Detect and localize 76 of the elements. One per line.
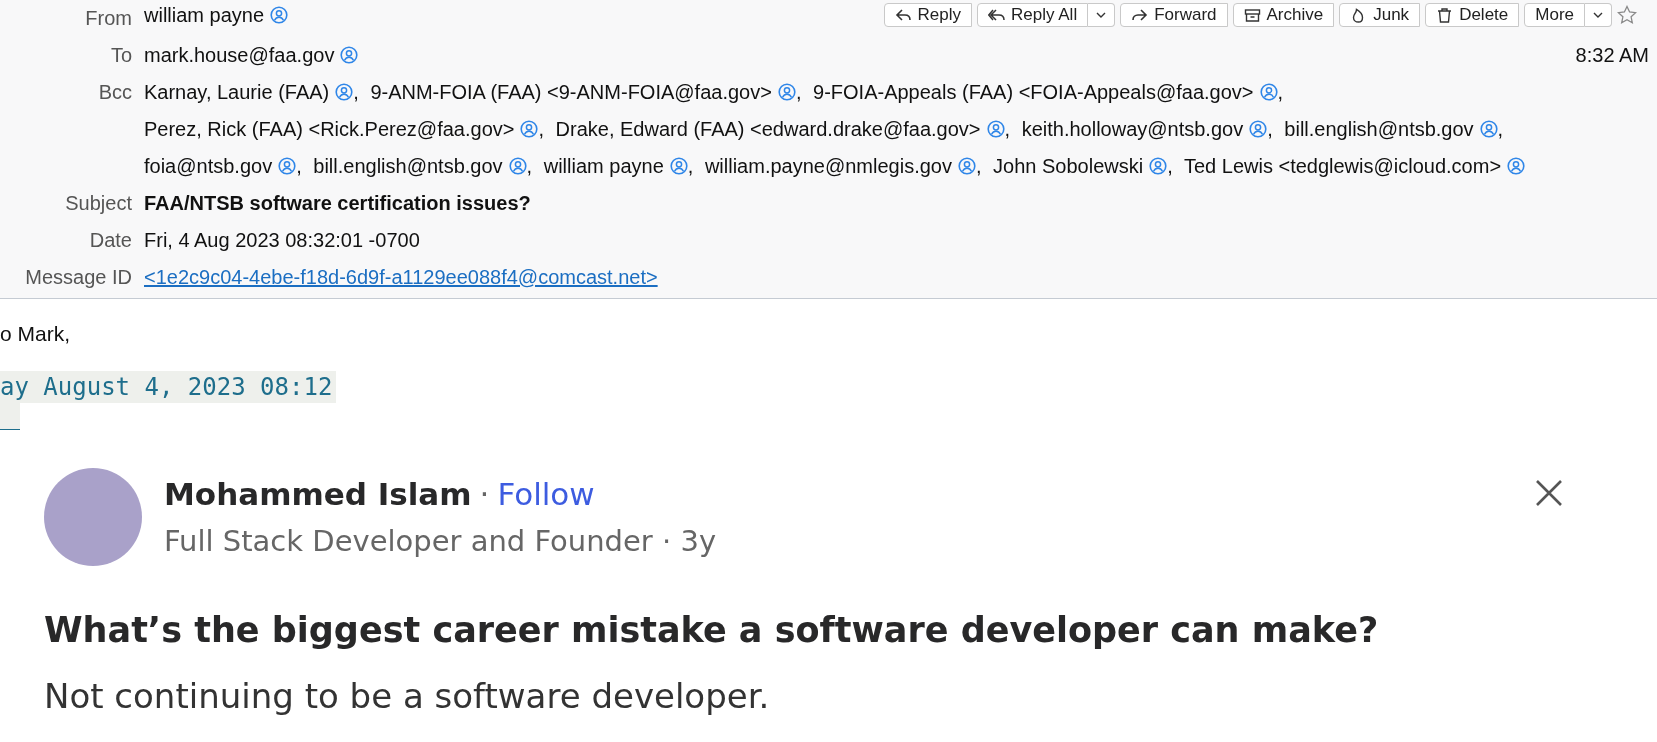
field-label: To: [109, 43, 132, 68]
archive-box-icon: [1243, 6, 1261, 24]
message-id-link[interactable]: <1e2c9c04-4ebe-f18d-6d9f-a1129ee088f4@comcast.net>: [144, 266, 658, 288]
contact-icon[interactable]: [986, 120, 1005, 138]
contact-icon[interactable]: [777, 83, 796, 101]
separator-text: ,: [1497, 118, 1504, 140]
separator-text: ,: [1277, 81, 1284, 103]
trash-icon: [1436, 6, 1454, 24]
contact-icon[interactable]: [335, 83, 354, 101]
forward-button[interactable]: Forward: [1120, 3, 1228, 27]
follow-link[interactable]: Follow: [497, 476, 595, 512]
separator-text: ,: [975, 155, 982, 177]
reply-button[interactable]: Reply: [883, 3, 972, 27]
contact-icon[interactable]: [1507, 157, 1526, 175]
separator-text: ,: [1267, 118, 1273, 140]
separator-text: ,: [296, 155, 302, 177]
contact-icon[interactable]: [669, 157, 688, 175]
dropdown-button[interactable]: [1088, 3, 1116, 27]
dropdown-button[interactable]: [1585, 3, 1612, 27]
recipient-name[interactable]: bill.english@ntsb.gov: [1284, 118, 1474, 140]
question-text: What’s the biggest career mistake a software developer can make?: [44, 610, 1380, 650]
field-label: Subject: [64, 191, 132, 216]
quote-date-text: ay August 4, 2023 08:12: [0, 371, 337, 403]
separator-text: ,: [1004, 118, 1011, 140]
greeting-text: o Mark,: [0, 321, 71, 347]
contact-icon[interactable]: [508, 157, 527, 175]
author-name[interactable]: Mohammed Islam: [164, 476, 472, 512]
caret-icon: [1096, 12, 1107, 18]
contact-icon[interactable]: [957, 157, 976, 175]
contact-icon[interactable]: [270, 6, 289, 24]
recipient-name[interactable]: Karnay, Laurie (FAA): [144, 81, 330, 103]
field-label: Message ID: [24, 265, 132, 290]
subject-text: FAA/NTSB software certification issues?: [144, 191, 532, 216]
delete-button[interactable]: Delete: [1425, 3, 1520, 27]
recipient-name[interactable]: william.payne@nmlegis.gov: [704, 155, 952, 177]
separator-text: ,: [526, 155, 533, 177]
separator-text: ,: [1167, 155, 1173, 177]
recipient-name[interactable]: william payne: [144, 4, 265, 26]
recipient-name[interactable]: Perez, Rick (FAA) <Rick.Perez@faa.gov>: [144, 118, 515, 140]
recipient-name[interactable]: 9-FOIA-Appeals (FAA) <FOIA-Appeals@faa.gov>: [813, 81, 1254, 103]
recipient-name[interactable]: Ted Lewis <tedglewis@icloud.com>: [1183, 155, 1502, 177]
junk-button[interactable]: Junk: [1339, 3, 1421, 27]
link-fragment[interactable]: [0, 403, 20, 430]
author-bio: Full Stack Developer and Founder · 3y: [164, 524, 717, 558]
contact-icon[interactable]: [278, 157, 297, 175]
separator-text: ,: [687, 155, 694, 177]
more-button[interactable]: More: [1524, 3, 1585, 27]
date-text: Fri, 4 Aug 2023 08:32:01 -0700: [144, 228, 421, 253]
separator-text: ,: [795, 81, 802, 103]
time-text: 8:32 AM: [1575, 43, 1650, 68]
recipient-name[interactable]: Drake, Edward (FAA) <edward.drake@faa.gov>: [555, 118, 981, 140]
contact-icon[interactable]: [1249, 120, 1268, 138]
reply-all-button[interactable]: Reply All: [977, 3, 1089, 27]
recipient-name[interactable]: John Sobolewski: [993, 155, 1144, 177]
separator-text: ,: [353, 81, 359, 103]
recipient-name[interactable]: keith.holloway@ntsb.gov: [1021, 118, 1244, 140]
caret-icon: [1593, 12, 1603, 18]
field-label: From: [84, 6, 132, 31]
archive-button[interactable]: Archive: [1232, 3, 1335, 27]
contact-icon[interactable]: [1149, 157, 1168, 175]
contact-icon[interactable]: [1259, 83, 1278, 101]
recipient-name[interactable]: william payne: [543, 155, 664, 177]
contact-icon[interactable]: [1479, 120, 1498, 138]
close-icon[interactable]: [1534, 478, 1564, 508]
recipient-name[interactable]: mark.house@faa.gov: [144, 44, 335, 66]
recipient-name[interactable]: foia@ntsb.gov: [144, 155, 273, 177]
contact-icon[interactable]: [340, 46, 359, 64]
star-icon[interactable]: [1617, 5, 1637, 25]
contact-icon[interactable]: [520, 120, 539, 138]
recipient-name[interactable]: 9-ANM-FOIA (FAA) <9-ANM-FOIA@faa.gov>: [370, 81, 772, 103]
answer-text: Not continuing to be a software developer.: [44, 676, 771, 716]
field-label: Date: [88, 228, 132, 253]
field-label: Bcc: [97, 80, 132, 105]
separator-text: ,: [538, 118, 544, 140]
separator-text: ·: [479, 476, 490, 512]
recipient-name[interactable]: bill.english@ntsb.gov: [313, 155, 503, 177]
